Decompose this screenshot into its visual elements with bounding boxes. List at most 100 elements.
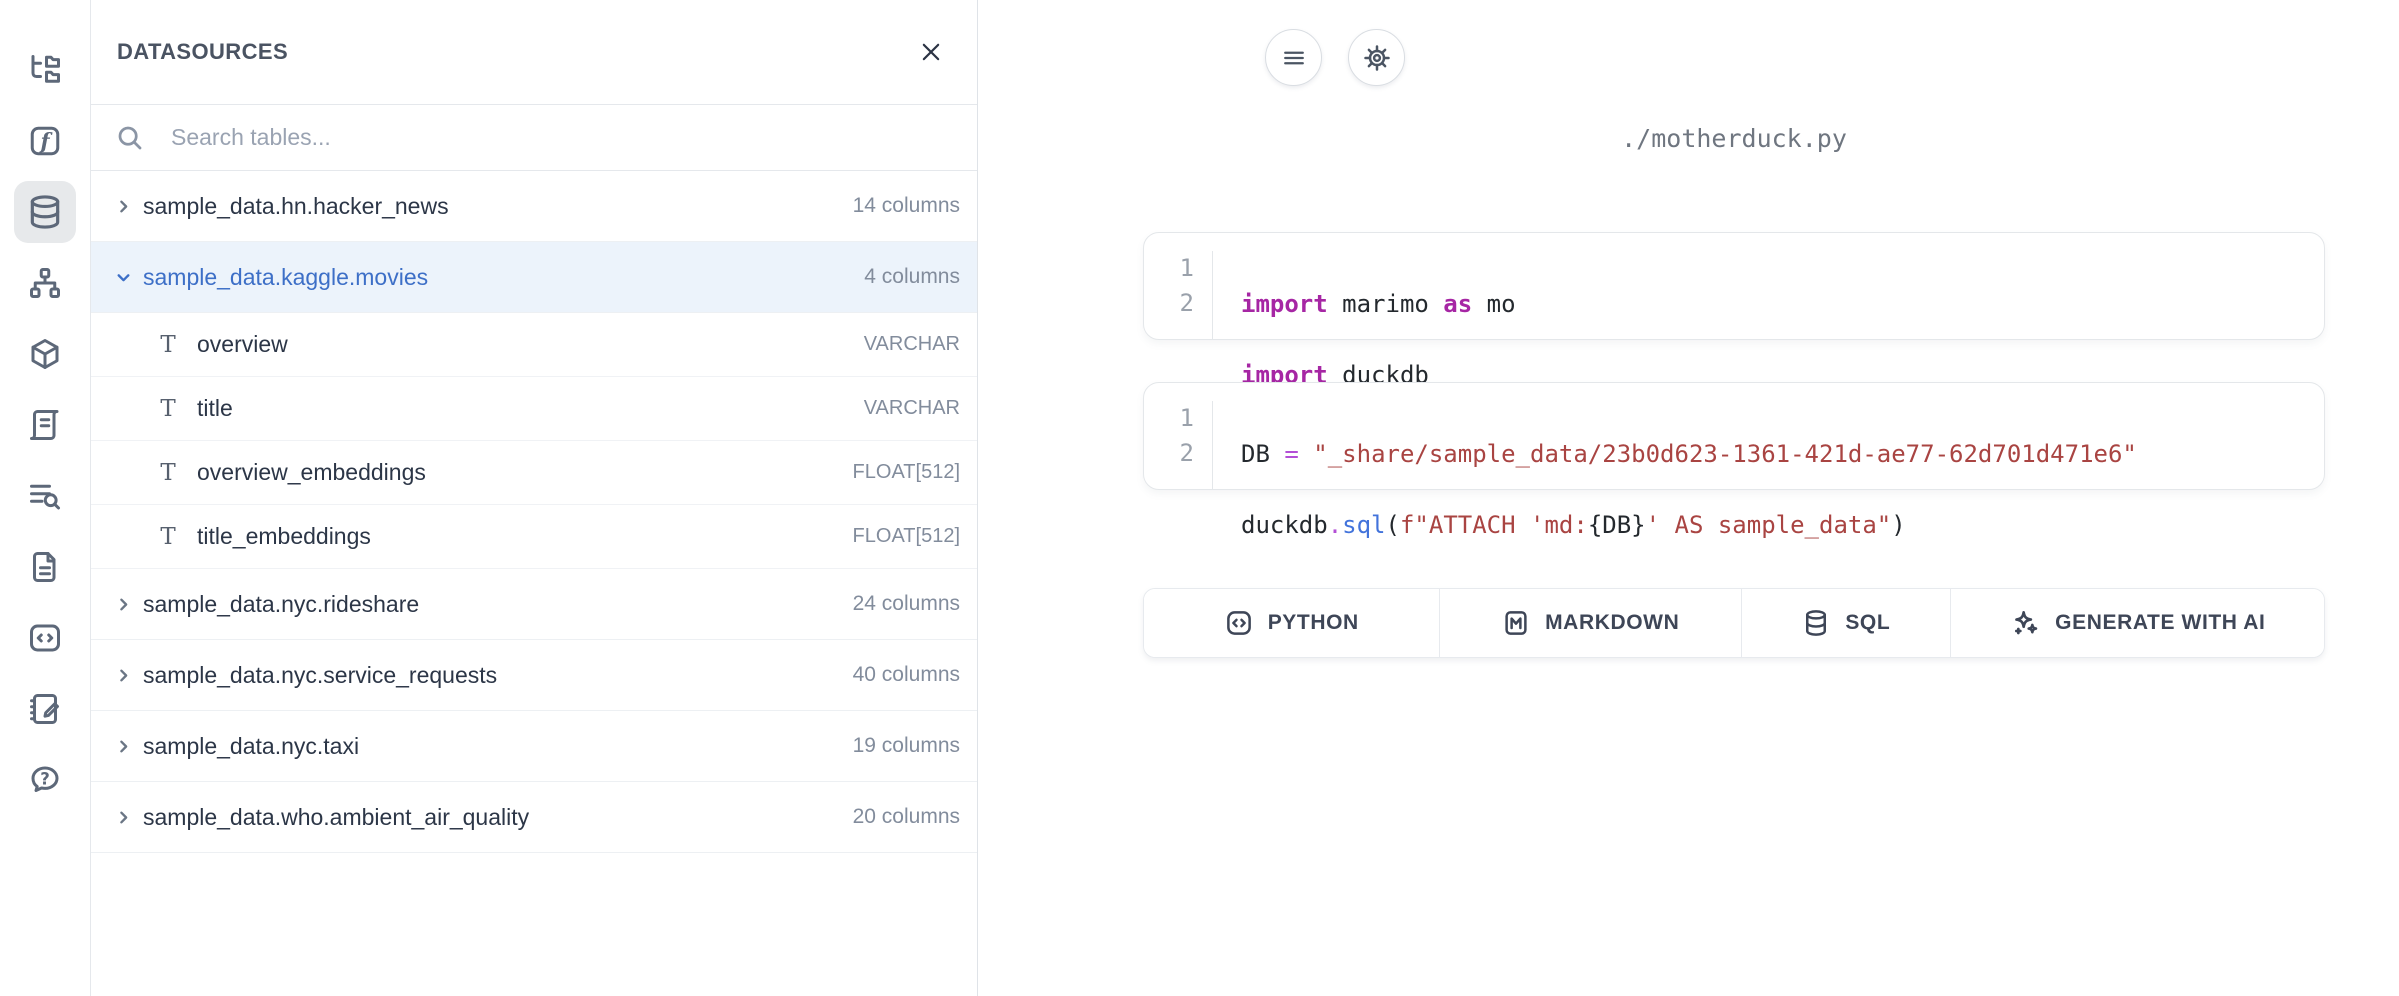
menu-button[interactable] xyxy=(1265,29,1322,86)
sidebar-item-file-tree[interactable] xyxy=(14,39,76,101)
sidebar-item-datasources[interactable] xyxy=(14,181,76,243)
code-brackets-icon xyxy=(27,620,63,656)
column-name: overview_embeddings xyxy=(197,459,426,486)
code-line: DB = "_share/sample_data/23b0d623-1361-4… xyxy=(1241,437,2137,472)
datasources-panel: DATASOURCES sample_data.hn.hacker_news 1… xyxy=(91,0,978,996)
add-cell-toolbar: PYTHON MARKDOWN SQL GENERATE WITH AI xyxy=(1143,588,2325,658)
column-type: VARCHAR xyxy=(864,333,960,356)
table-row-selected[interactable]: sample_data.kaggle.movies 4 columns xyxy=(91,242,977,313)
svg-text:?: ? xyxy=(40,770,50,789)
document-icon xyxy=(27,549,63,585)
chevron-down-icon xyxy=(113,269,133,286)
column-name: overview xyxy=(197,331,288,358)
code-icon xyxy=(1224,608,1254,638)
add-sql-cell-button[interactable]: SQL xyxy=(1742,589,1951,657)
sparkles-icon xyxy=(2009,607,2041,639)
generate-with-ai-button[interactable]: GENERATE WITH AI xyxy=(1951,589,2324,657)
column-row[interactable]: T title VARCHAR xyxy=(91,377,977,441)
database-icon xyxy=(1801,608,1831,638)
line-number: 1 xyxy=(1144,401,1194,436)
scroll-icon xyxy=(27,407,63,443)
settings-button[interactable] xyxy=(1348,29,1405,86)
sidebar-item-documentation[interactable] xyxy=(14,536,76,598)
column-type: FLOAT[512] xyxy=(853,525,960,548)
table-name: sample_data.who.ambient_air_quality xyxy=(143,804,529,831)
text-type-icon: T xyxy=(155,332,181,358)
table-name: sample_data.nyc.rideshare xyxy=(143,591,419,618)
table-list: sample_data.hn.hacker_news 14 columns sa… xyxy=(91,171,977,853)
sidebar-item-packages[interactable] xyxy=(14,323,76,385)
text-type-icon: T xyxy=(155,396,181,422)
chevron-right-icon xyxy=(113,667,133,684)
column-name: title xyxy=(197,395,233,422)
sitemap-icon xyxy=(27,265,63,301)
help-bubble-icon: ? xyxy=(27,762,63,798)
table-name: sample_data.kaggle.movies xyxy=(143,264,428,291)
code-line: duckdb.sql(f"ATTACH 'md:{DB}' AS sample_… xyxy=(1241,508,2137,543)
sidebar-item-snippets[interactable] xyxy=(14,607,76,669)
table-name: sample_data.hn.hacker_news xyxy=(143,193,449,220)
chevron-right-icon xyxy=(113,198,133,215)
search-icon xyxy=(115,123,145,153)
table-column-count: 4 columns xyxy=(864,265,960,289)
code-cell[interactable]: 1 2 DB = "_share/sample_data/23b0d623-13… xyxy=(1143,382,2325,490)
close-panel-button[interactable] xyxy=(911,32,951,72)
column-name: title_embeddings xyxy=(197,523,371,550)
sidebar-item-chat-help[interactable]: ? xyxy=(14,749,76,811)
table-column-count: 14 columns xyxy=(853,194,960,218)
notebook-filename[interactable]: ./motherduck.py xyxy=(1143,124,2325,153)
sidebar-item-scratchpad[interactable] xyxy=(14,678,76,740)
text-type-icon: T xyxy=(155,524,181,550)
column-row[interactable]: T overview VARCHAR xyxy=(91,313,977,377)
sidebar-item-helper-functions[interactable]: f xyxy=(14,110,76,172)
table-name: sample_data.nyc.taxi xyxy=(143,733,359,760)
code-cell[interactable]: 1 2 import marimo as mo import duckdb xyxy=(1143,232,2325,340)
sidebar-item-logs[interactable] xyxy=(14,394,76,456)
list-search-icon xyxy=(27,478,63,514)
search-bar xyxy=(91,105,977,171)
add-markdown-cell-button[interactable]: MARKDOWN xyxy=(1440,589,1742,657)
function-icon: f xyxy=(27,123,63,159)
svg-text:f: f xyxy=(38,129,53,154)
line-number: 2 xyxy=(1144,436,1194,471)
search-input[interactable] xyxy=(171,124,953,151)
panel-title: DATASOURCES xyxy=(117,39,288,65)
line-number: 1 xyxy=(1144,251,1194,286)
table-column-count: 40 columns xyxy=(853,663,960,687)
chevron-right-icon xyxy=(113,809,133,826)
markdown-icon xyxy=(1501,608,1531,638)
column-type: FLOAT[512] xyxy=(853,461,960,484)
table-column-count: 24 columns xyxy=(853,592,960,616)
app-window: f ? DATASOURCES xyxy=(0,0,2399,996)
code-line: import marimo as mo xyxy=(1241,287,1516,322)
table-row[interactable]: sample_data.hn.hacker_news 14 columns xyxy=(91,171,977,242)
code-editor[interactable]: import marimo as mo import duckdb xyxy=(1213,251,1516,339)
line-number-gutter: 1 2 xyxy=(1144,251,1213,339)
table-row[interactable]: sample_data.who.ambient_air_quality 20 c… xyxy=(91,782,977,853)
table-row[interactable]: sample_data.nyc.taxi 19 columns xyxy=(91,711,977,782)
file-tree-icon xyxy=(27,52,63,88)
line-number-gutter: 1 2 xyxy=(1144,401,1213,489)
chevron-right-icon xyxy=(113,596,133,613)
column-row[interactable]: T overview_embeddings FLOAT[512] xyxy=(91,441,977,505)
sidebar-item-dependency-graph[interactable] xyxy=(14,252,76,314)
chevron-right-icon xyxy=(113,738,133,755)
column-row[interactable]: T title_embeddings FLOAT[512] xyxy=(91,505,977,569)
text-type-icon: T xyxy=(155,460,181,486)
package-cube-icon xyxy=(27,336,63,372)
table-column-count: 19 columns xyxy=(853,734,960,758)
add-python-cell-button[interactable]: PYTHON xyxy=(1144,589,1440,657)
notebook-main-area: ./motherduck.py 1 2 import marimo as mo … xyxy=(978,0,2399,996)
code-editor[interactable]: DB = "_share/sample_data/23b0d623-1361-4… xyxy=(1213,401,2137,489)
sidebar-item-search-logs[interactable] xyxy=(14,465,76,527)
table-row[interactable]: sample_data.nyc.rideshare 24 columns xyxy=(91,569,977,640)
table-name: sample_data.nyc.service_requests xyxy=(143,662,497,689)
table-row[interactable]: sample_data.nyc.service_requests 40 colu… xyxy=(91,640,977,711)
close-icon xyxy=(918,39,944,65)
database-icon xyxy=(26,193,64,231)
line-number: 2 xyxy=(1144,286,1194,321)
panel-header: DATASOURCES xyxy=(91,0,977,105)
hamburger-menu-icon xyxy=(1280,44,1308,72)
activity-bar: f ? xyxy=(0,0,91,996)
notebook-pencil-icon xyxy=(27,691,63,727)
